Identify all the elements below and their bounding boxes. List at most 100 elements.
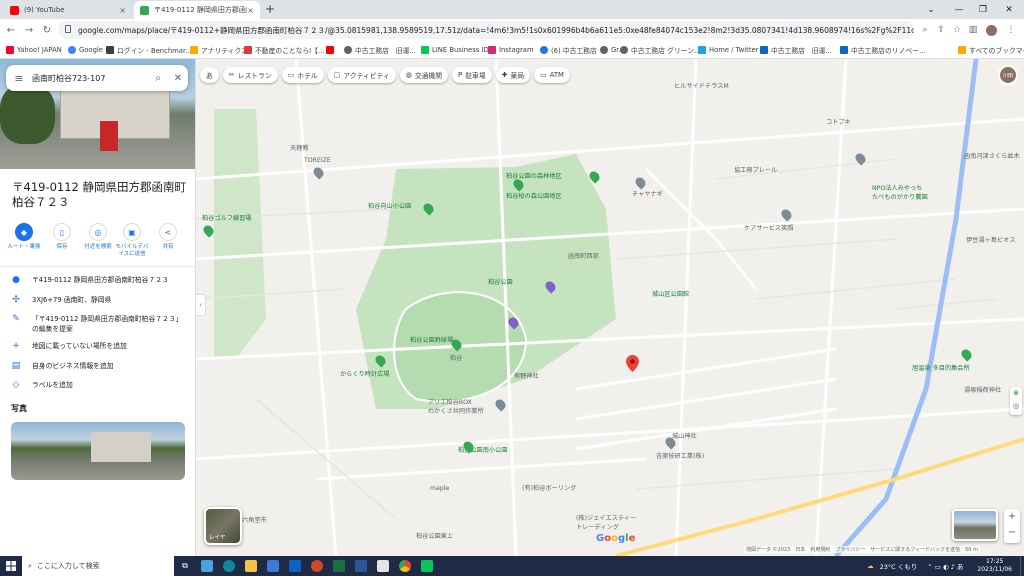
chip-restaurant[interactable]: ✂ レストラン [222, 67, 278, 83]
bookmark-item[interactable]: ログイン - Benchmar... [106, 44, 192, 56]
powerpoint-icon[interactable] [306, 556, 328, 576]
bookmark-item[interactable]: 不動産のことならI【... [244, 44, 324, 56]
bookmark-item[interactable]: 中古工務店 グリーン... [620, 44, 700, 56]
windows-start-icon[interactable] [0, 556, 22, 576]
show-desktop-button[interactable] [1020, 556, 1024, 576]
reload-icon[interactable]: ↻ [40, 23, 54, 37]
chrome-icon[interactable] [394, 556, 416, 576]
bookmark-item[interactable] [326, 44, 337, 56]
tab-search-icon[interactable]: ⌄ [916, 0, 946, 19]
task-view-icon[interactable]: ⧉ [174, 556, 196, 576]
map-label[interactable]: NPO法人みやっち たべものがかり農園 [872, 183, 928, 201]
map-label[interactable]: からくり時計広場 [340, 369, 390, 378]
search-icon[interactable]: ⌕ [148, 73, 168, 84]
forward-icon[interactable]: → [22, 23, 36, 37]
bookmark-item[interactable]: Home / Twitter [698, 44, 758, 56]
close-tab-icon[interactable]: × [247, 6, 254, 15]
map-label[interactable]: チャヤナギ [632, 189, 663, 198]
share-button[interactable]: < 共有 [150, 223, 186, 251]
nearby-button[interactable]: ◎ 付近を検索 [80, 223, 116, 251]
add-missing-place-row[interactable]: + 地図に載っていない場所を追加 [0, 341, 195, 351]
chip-atm[interactable]: ▭ ATM [534, 67, 570, 83]
bookmark-item[interactable]: アナリティクス [190, 44, 248, 56]
map-label[interactable]: 柏谷公園野球場 [410, 335, 453, 344]
bookmark-star-icon[interactable]: ☆ [950, 23, 964, 37]
app-icon[interactable] [196, 556, 218, 576]
menu-icon[interactable]: ≡ [6, 72, 32, 85]
bookmark-item[interactable]: 中古工務店 旧運... [760, 44, 832, 56]
new-tab-button[interactable]: + [265, 2, 275, 16]
add-business-row[interactable]: ▤ 自身のビジネス情報を追加 [0, 361, 195, 371]
map-label[interactable]: 柏谷ゴルフ練習場 [202, 213, 252, 222]
map-label[interactable]: 柏谷公園東上 [416, 531, 453, 540]
bookmark-item[interactable]: LINE Business ID [421, 44, 489, 56]
map-label[interactable]: TOREIZE [304, 157, 331, 164]
account-avatar[interactable]: 川田 [998, 65, 1018, 85]
bookmark-item[interactable]: (6) 中古工務店 [540, 44, 597, 56]
map-label[interactable]: 柏谷 [450, 353, 462, 362]
bookmark-item[interactable]: Yahoo! JAPAN [6, 44, 62, 56]
address-bar[interactable]: google.com/maps/place/〒419-0112+静岡県田方郡函南… [58, 21, 914, 39]
map-label[interactable]: (株)ジェイエスティー トレーディング [576, 513, 636, 531]
chip-parking[interactable]: P 駐車場 [452, 67, 492, 83]
zoom-in-button[interactable]: + [1004, 509, 1020, 525]
zoom-icon[interactable]: ⌕ [918, 23, 932, 37]
sidepanel-icon[interactable]: ▥ [966, 23, 980, 37]
back-icon[interactable]: ← [4, 23, 18, 37]
map-label[interactable]: 函南河津さくら並木 [964, 151, 1020, 160]
layers-button[interactable]: レイヤ [204, 507, 242, 545]
map-label[interactable]: 柏谷桜の森公園地区 [506, 191, 562, 200]
map-label[interactable]: 函南町西部 [568, 251, 599, 260]
map-label[interactable]: 柏谷公園の森林地区 [506, 171, 562, 180]
map-label[interactable]: ケアサービス笑顔 [744, 223, 794, 232]
clock[interactable]: 17:25 2023/11/06 [969, 558, 1020, 574]
map-label[interactable]: ヒルサイドテラスM [674, 81, 729, 90]
close-tab-icon[interactable]: × [119, 6, 126, 15]
street-view-preview[interactable] [952, 509, 998, 541]
map-label[interactable]: 天理教 [290, 143, 309, 152]
excel-icon[interactable] [328, 556, 350, 576]
send-to-phone-button[interactable]: ▣ モバイルデバイスに送信 [114, 223, 150, 258]
all-bookmarks[interactable]: すべてのブックマーク [958, 44, 1024, 56]
map-label[interactable]: 伊豆湯ヶ島ビオス [966, 235, 1016, 244]
bookmark-item[interactable]: Google [68, 44, 103, 56]
word-icon[interactable] [350, 556, 372, 576]
map-label[interactable]: 協工務ブレール [734, 165, 777, 174]
menu-kebab-icon[interactable]: ⋮ [1004, 23, 1018, 37]
map-label[interactable]: 熊野神社 [514, 371, 539, 380]
selected-location-pin-icon[interactable] [626, 355, 639, 372]
chip-pharmacy[interactable]: ✚ 薬局 [495, 67, 531, 83]
map-label[interactable]: 城山神社 [672, 431, 697, 440]
edge-icon[interactable] [218, 556, 240, 576]
bookmark-item[interactable]: Instagram [488, 44, 534, 56]
map-label[interactable]: maple [430, 485, 449, 492]
close-window-button[interactable]: ✕ [994, 0, 1024, 19]
zoom-controls[interactable]: + − [1004, 509, 1020, 543]
tab-google-maps[interactable]: 〒419-0112 静岡県田方郡函南町 × [134, 1, 260, 19]
suggest-edit-row[interactable]: ✎ 「〒419-0112 静岡県田方郡函南町柏谷７２３」の編集を提案 [0, 314, 195, 334]
taskbar-search[interactable]: ⌕ ここに入力して検索 [22, 556, 174, 576]
collapse-panel-button[interactable]: ‹ [196, 294, 206, 316]
map-label[interactable]: コトブキ [826, 117, 851, 126]
line-icon[interactable] [416, 556, 438, 576]
profile-avatar[interactable] [984, 23, 998, 37]
map-label[interactable]: 旭温泉 多目的集会所 [912, 363, 970, 372]
tab-youtube[interactable]: (9) YouTube × [4, 1, 132, 19]
bookmark-item[interactable]: 中古工務店のリノベー... [840, 44, 925, 56]
map-label[interactable]: (有)柏谷ボーリング [522, 483, 576, 492]
street-photo-thumbnail[interactable] [11, 422, 185, 480]
share-icon[interactable]: ⇪ [934, 23, 948, 37]
directions-button[interactable]: ◆ ルート・乗換 [6, 223, 42, 251]
plus-code-row[interactable]: ✣ 3XJ6+79 函南町、静岡県 [0, 295, 195, 305]
map-label[interactable]: 湯塚稲荷神社 [964, 385, 1001, 394]
map-label[interactable]: 柏谷向山小公園 [368, 201, 411, 210]
search-input[interactable]: 函南町柏谷723-107 [32, 73, 148, 84]
chip-hotel[interactable]: ▭ ホテル [281, 67, 324, 83]
map-label[interactable]: 城山区公園館 [652, 289, 689, 298]
store-icon[interactable] [262, 556, 284, 576]
map-label[interactable]: 吉原技研工業(株) [656, 451, 704, 460]
map-label[interactable]: 柏谷公園 [488, 277, 513, 286]
weather-text[interactable]: 23°C くもり [880, 561, 918, 571]
map-side-tools[interactable]: ⊗ ◎ [1010, 387, 1022, 415]
map-label[interactable]: 六角堂市 [242, 515, 267, 524]
